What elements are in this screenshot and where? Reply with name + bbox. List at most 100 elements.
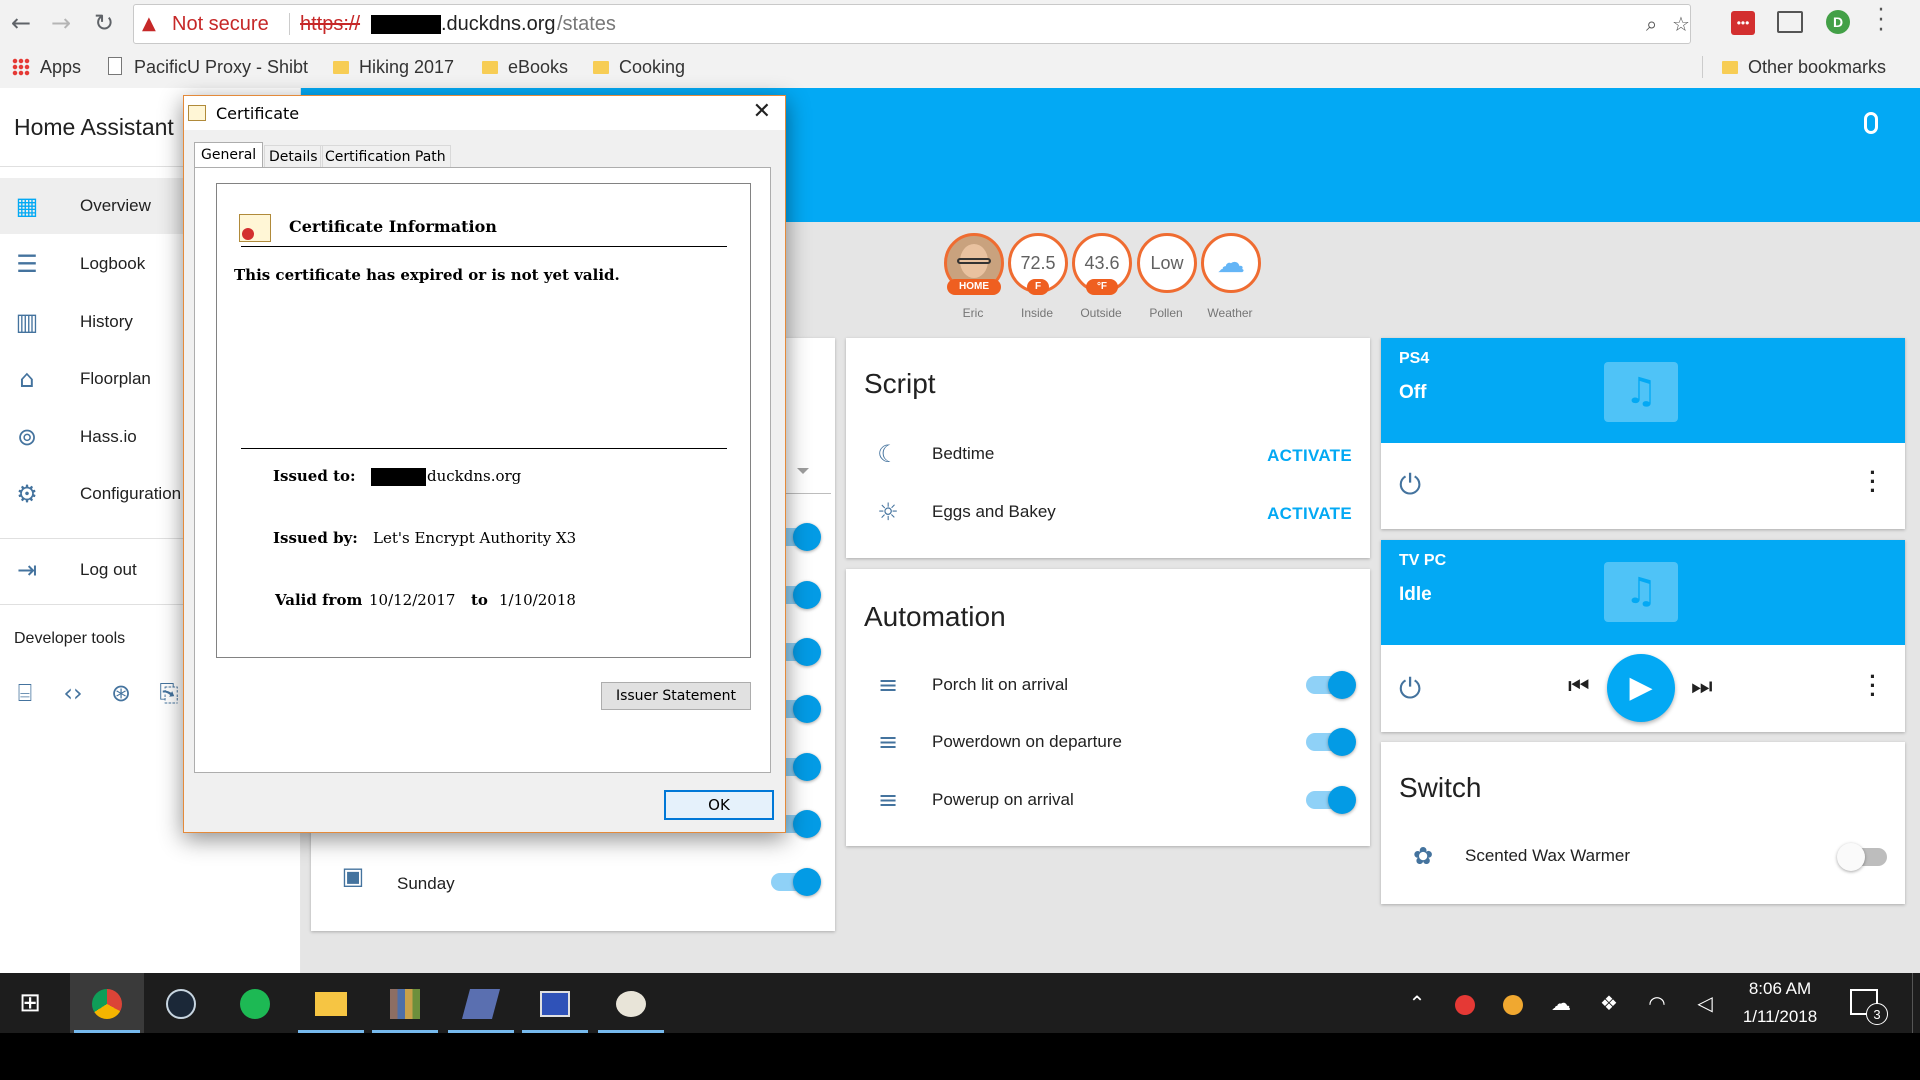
zoom-icon[interactable]: ⌕: [1646, 5, 1657, 43]
certificate-error-icon: [239, 214, 271, 242]
windows-start-icon[interactable]: ⊞: [0, 973, 60, 1033]
valid-from-label: Valid from: [275, 591, 363, 609]
skip-next-icon[interactable]: ⏭: [1691, 672, 1713, 700]
video-icon: ♫: [1604, 562, 1678, 622]
more-vert-icon[interactable]: · · ·: [1867, 462, 1879, 502]
back-arrow-icon[interactable]: ←: [6, 8, 36, 38]
action-center-icon[interactable]: 3: [1850, 989, 1888, 1025]
close-icon[interactable]: ✕: [753, 99, 771, 124]
tab-general[interactable]: General: [194, 142, 264, 168]
dropbox-icon[interactable]: ❖: [1592, 973, 1626, 1033]
activate-button[interactable]: ACTIVATE: [1267, 446, 1352, 466]
redacted-block: [371, 468, 426, 486]
power-icon[interactable]: ⏻: [1399, 672, 1421, 706]
app-taskbar-icon[interactable]: [444, 973, 518, 1033]
badge-pollen[interactable]: Low Pollen: [1137, 233, 1197, 320]
certificate-icon: [188, 105, 206, 121]
extension-icon[interactable]: D: [1826, 10, 1850, 34]
bookmark-label: Apps: [40, 57, 82, 77]
bookmark-label: Hiking 2017: [359, 57, 455, 77]
chrome-menu-icon[interactable]: · · ·: [1876, 0, 1886, 42]
broadcast-icon[interactable]: ⊛: [108, 680, 134, 706]
power-icon[interactable]: ⏻: [1399, 468, 1421, 502]
sidebar-item-label: Overview: [80, 196, 151, 215]
steam-taskbar-icon[interactable]: [144, 973, 218, 1033]
clock-time[interactable]: 8:06 AM: [1730, 979, 1830, 999]
show-desktop-button[interactable]: [1912, 973, 1920, 1033]
reload-icon[interactable]: ↻: [89, 8, 119, 38]
bookmark-apps[interactable]: Apps: [12, 46, 81, 88]
wifi-icon[interactable]: ◠: [1640, 973, 1674, 1033]
folder-icon: [593, 61, 609, 74]
cast-icon[interactable]: [1777, 11, 1803, 33]
toggle-switch[interactable]: [1306, 786, 1356, 814]
bookmark-hiking[interactable]: Hiking 2017: [333, 46, 454, 88]
card-title: Switch: [1399, 772, 1482, 803]
media-name: PS4: [1399, 350, 1430, 367]
chrome-taskbar-icon[interactable]: [70, 973, 144, 1033]
star-icon[interactable]: ☆: [1672, 5, 1690, 43]
volume-icon[interactable]: ◁: [1688, 973, 1722, 1033]
toggle-switch[interactable]: [1837, 843, 1887, 871]
automation-card: Automation ≡ Porch lit on arrival ≡ Powe…: [846, 569, 1370, 846]
network-app-taskbar-icon[interactable]: [518, 973, 592, 1033]
chevron-up-icon[interactable]: ⌃: [1400, 973, 1434, 1033]
skip-previous-icon[interactable]: ⏮: [1568, 672, 1590, 700]
issued-to-value: duckdns.org: [427, 467, 522, 485]
activate-button[interactable]: ACTIVATE: [1267, 504, 1352, 524]
file-explorer-taskbar-icon[interactable]: [294, 973, 368, 1033]
tab-details[interactable]: Details: [264, 145, 323, 168]
toggle-switch[interactable]: [1306, 728, 1356, 756]
badge-tag: °F: [1086, 279, 1118, 295]
warning-triangle-icon[interactable]: ▲: [142, 5, 156, 43]
tray-app-icon[interactable]: [1496, 973, 1530, 1033]
issuer-statement-button[interactable]: Issuer Statement: [601, 682, 751, 710]
badge-outside[interactable]: 43.6 °F Outside: [1072, 233, 1132, 320]
url-path: /states: [557, 13, 616, 35]
calendar-icon: ▣: [341, 862, 365, 890]
dropdown-arrow-icon[interactable]: [797, 468, 809, 474]
clock-date[interactable]: 1/11/2018: [1730, 1007, 1830, 1027]
screen-bottom-bar: [0, 1033, 1920, 1080]
address-bar[interactable]: ▲ Not secure https:// .duckdns.org /stat…: [133, 4, 1691, 44]
spotify-taskbar-icon[interactable]: [218, 973, 292, 1033]
toggle-switch[interactable]: [1306, 671, 1356, 699]
onedrive-icon[interactable]: ☁: [1544, 973, 1578, 1033]
forward-arrow-icon[interactable]: →: [46, 8, 76, 38]
bookmark-other[interactable]: Other bookmarks: [1722, 46, 1886, 88]
bookmark-cooking[interactable]: Cooking: [593, 46, 685, 88]
badge-weather[interactable]: ☁ Weather: [1201, 233, 1261, 320]
more-vert-icon[interactable]: · · ·: [1867, 666, 1879, 706]
row-label: Porch lit on arrival: [932, 675, 1069, 694]
remote-icon[interactable]: ⌸: [12, 680, 38, 706]
developer-tools-heading: Developer tools: [14, 630, 126, 647]
paint-taskbar-icon[interactable]: [594, 973, 668, 1033]
row-label: Powerdown on departure: [932, 732, 1122, 751]
ok-button[interactable]: OK: [664, 790, 774, 820]
video-icon: ♫: [1604, 362, 1678, 422]
bookmark-ebooks[interactable]: eBooks: [482, 46, 568, 88]
file-code-icon[interactable]: ⎘: [156, 680, 182, 706]
badge-eric[interactable]: HOME Eric: [944, 233, 1004, 320]
tab-certification-path[interactable]: Certification Path: [320, 145, 451, 168]
bookmark-label: Cooking: [619, 57, 686, 77]
media-state: Off: [1399, 382, 1427, 403]
security-status[interactable]: Not secure: [172, 5, 269, 43]
library-taskbar-icon[interactable]: [368, 973, 442, 1033]
bookmark-label: PacificU Proxy - Shibt: [134, 57, 309, 77]
issued-by-value: Let's Encrypt Authority X3: [373, 529, 577, 547]
extension-lastpass-icon[interactable]: •••: [1731, 11, 1755, 35]
sidebar-item-label: Floorplan: [80, 369, 151, 388]
row-label: Eggs and Bakey: [932, 502, 1056, 521]
toggle-switch[interactable]: [771, 868, 821, 896]
badge-inside[interactable]: 72.5 F Inside: [1008, 233, 1068, 320]
logout-icon: ⇥: [16, 556, 38, 584]
tray-app-icon[interactable]: [1448, 973, 1482, 1033]
microphone-icon[interactable]: [1864, 112, 1878, 134]
bookmark-pacificu[interactable]: PacificU Proxy - Shibt: [108, 46, 308, 88]
play-button[interactable]: ▶: [1607, 654, 1675, 722]
info-rule: [241, 246, 727, 247]
automation-icon: ≡: [877, 786, 899, 814]
bookmark-label: Other bookmarks: [1748, 57, 1887, 77]
code-icon[interactable]: ‹›: [60, 680, 86, 706]
